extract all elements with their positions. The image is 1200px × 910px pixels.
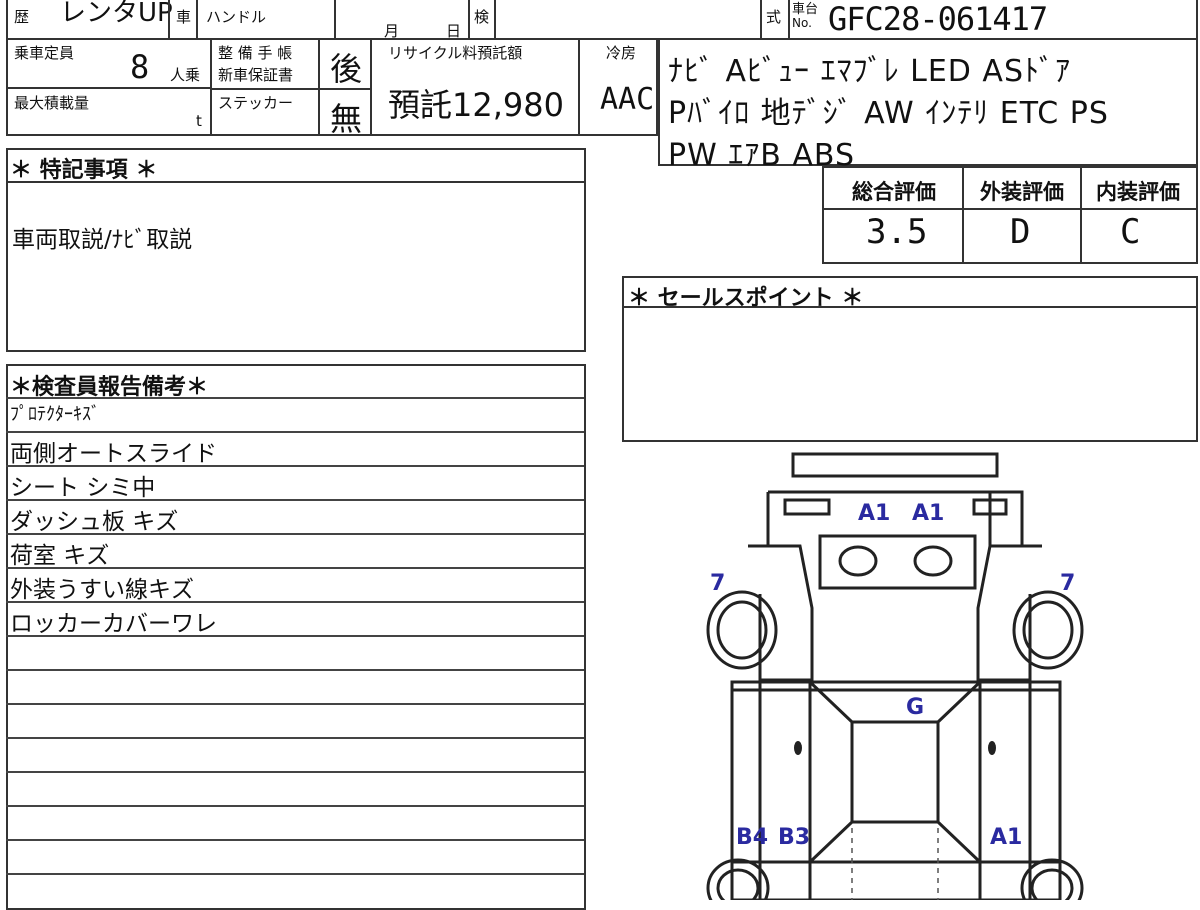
exterior-grade-label: 外装評価: [980, 180, 1064, 204]
capacity-label: 乗車定員: [14, 44, 75, 62]
divider: [822, 208, 1198, 210]
interior-grade-label: 内装評価: [1096, 180, 1180, 204]
divider: [1080, 166, 1082, 264]
inspector-line: 外装うすい線キズ: [10, 577, 194, 603]
mark-b3: B3: [778, 825, 810, 850]
divider: [468, 0, 470, 40]
inspector-line: シート シミ中: [10, 475, 156, 501]
row-divider: [6, 873, 584, 875]
row-divider: [6, 805, 584, 807]
row-divider: [6, 737, 584, 739]
warranty-value: 後: [330, 50, 363, 88]
mirror-right: [913, 545, 953, 577]
warranty-label-1: 整 備 手 帳: [218, 44, 293, 62]
divider: [578, 38, 580, 136]
exterior-grade-value: D: [1010, 212, 1031, 252]
special-notes-content: 車両取説/ﾅﾋﾞ取説: [12, 227, 193, 253]
sales-point-header: ＊ セールスポイント ＊: [628, 286, 864, 311]
max-load-label: 最大積載量: [14, 94, 90, 112]
row-divider: [6, 669, 584, 671]
divider: [494, 0, 496, 40]
row-divider: [6, 839, 584, 841]
row-divider: [6, 431, 584, 433]
headlight-left: [783, 498, 831, 516]
inspector-line: 荷室 キズ: [10, 543, 110, 569]
overall-grade-value: 3.5: [866, 212, 928, 252]
interior-grade-value: C: [1120, 212, 1141, 252]
door-handle-right: [988, 741, 996, 755]
roof-bar: [791, 452, 999, 478]
chassis-label-2: No.: [792, 16, 812, 30]
row-divider: [6, 397, 584, 399]
mark-a1-bottom: A1: [990, 825, 1022, 850]
mark-a1-left: A1: [858, 501, 890, 526]
fender-right: [976, 544, 1042, 682]
inspector-line: 両側オートスライド: [10, 441, 217, 467]
divider: [210, 38, 212, 136]
ac-value: AAC: [600, 82, 655, 117]
mark-7-left: 7: [710, 571, 725, 596]
divider: [168, 0, 170, 40]
divider: [334, 0, 336, 40]
car-label: 車: [176, 8, 192, 26]
mark-7-right: 7: [1060, 571, 1075, 596]
divider: [6, 87, 210, 89]
fender-left: [748, 544, 814, 682]
divider: [370, 38, 372, 136]
sticker-label: ステッカー: [218, 94, 294, 112]
history-label: 歴: [14, 8, 30, 26]
chassis-number: GFC28-061417: [828, 0, 1048, 38]
damage-marks: A1 A1 7 7 G B4 B3 A1: [710, 501, 1075, 850]
equipment-line-2: Pﾊﾞｲﾛ 地ﾃﾞｼﾞ AW ｲﾝﾃﾘ ETC PS: [668, 96, 1109, 131]
divider: [196, 0, 198, 40]
inspector-line: ﾌﾟﾛﾃｸﾀｰｷｽﾞ: [10, 404, 100, 425]
divider: [962, 166, 964, 264]
capacity-unit: 人乗: [170, 66, 201, 84]
history-value: レンタUP: [60, 0, 173, 28]
chassis-label-1: 車台: [792, 2, 819, 17]
row-divider: [6, 771, 584, 773]
special-notes-header: ＊ 特記事項 ＊: [10, 158, 158, 183]
sticker-value: 無: [330, 100, 363, 138]
recycle-label: リサイクル料預託額: [388, 44, 523, 62]
overall-grade-label: 総合評価: [852, 180, 936, 204]
max-load-unit: t: [196, 112, 202, 130]
inspection-label: 検: [474, 8, 490, 26]
handle-label: ハンドル: [206, 8, 267, 26]
inspector-line: ロッカーカバーワレ: [10, 611, 217, 637]
vehicle-diagram: A1 A1 7 7 G B4 B3 A1: [706, 452, 1084, 900]
capacity-value: 8: [130, 48, 150, 86]
divider: [318, 38, 320, 136]
mirror-left: [838, 545, 878, 577]
body: [730, 680, 1062, 900]
divider: [788, 0, 790, 40]
mark-g: G: [906, 695, 924, 720]
divider: [760, 0, 762, 40]
mark-b4: B4: [736, 825, 768, 850]
roof-panel: [850, 720, 940, 824]
inspector-line: ダッシュ板 キズ: [10, 509, 179, 535]
equipment-line-1: ﾅﾋﾞ Aﾋﾞｭｰ ｴﾏﾌﾞﾚ LED ASﾄﾞｱ: [668, 54, 1072, 89]
row-divider: [6, 703, 584, 705]
door-handle-left: [794, 741, 802, 755]
recycle-value: 預託12,980: [388, 86, 564, 124]
type-label: 式: [766, 8, 782, 26]
mark-a1-right: A1: [912, 501, 944, 526]
warranty-label-2: 新車保証書: [218, 66, 294, 84]
ac-label: 冷房: [606, 44, 637, 62]
